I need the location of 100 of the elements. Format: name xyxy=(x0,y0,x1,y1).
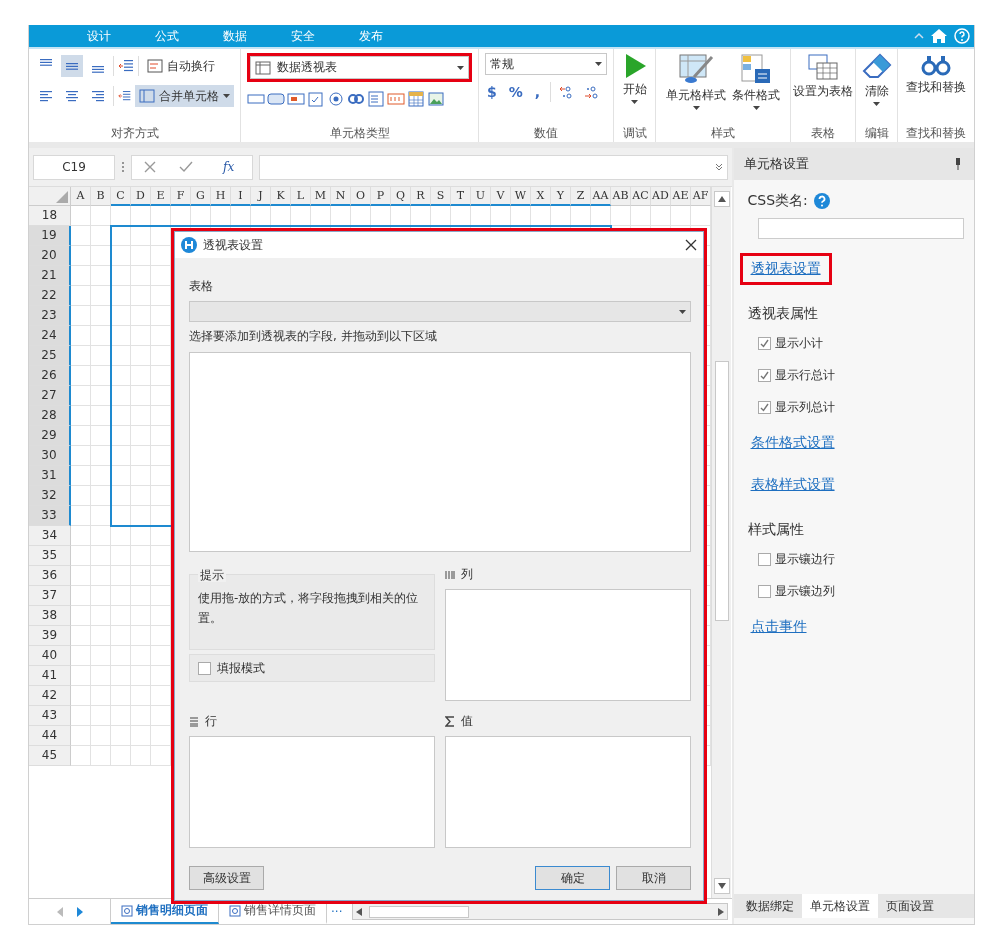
drop-zone[interactable] xyxy=(445,736,691,848)
column-header: M xyxy=(311,187,331,206)
advanced-settings-button[interactable]: 高级设置 xyxy=(189,866,264,890)
row-header: 39 xyxy=(29,626,71,646)
align-icon xyxy=(91,90,105,102)
scrollbar-thumb[interactable] xyxy=(714,361,729,621)
column-header: F xyxy=(171,187,191,206)
cell-style-button[interactable]: 单元格样式 xyxy=(666,53,726,110)
number-format-button[interactable]: $ xyxy=(485,81,499,103)
find-replace-button[interactable]: 查找和替换 xyxy=(906,53,966,96)
page-icon xyxy=(121,904,133,917)
drop-zone[interactable] xyxy=(189,736,435,848)
ok-button[interactable]: 确定 xyxy=(535,866,610,890)
vertical-align-button[interactable] xyxy=(61,55,83,77)
app-logo-icon xyxy=(181,237,197,253)
number-format-dropdown[interactable]: 常规 xyxy=(485,53,607,75)
panel-tab[interactable]: 单元格设置 xyxy=(801,894,878,918)
checkbox[interactable] xyxy=(757,368,771,382)
caret-icon xyxy=(595,62,602,66)
scroll-left-icon[interactable] xyxy=(355,907,364,916)
home-icon[interactable] xyxy=(930,28,948,44)
link-icon xyxy=(347,91,365,107)
name-box[interactable]: C19 xyxy=(33,154,115,180)
merge-cells-button[interactable]: 合并单元格 xyxy=(135,85,234,107)
checkbox-label: 显示列总计 xyxy=(774,398,835,416)
collapse-icon[interactable] xyxy=(914,32,924,40)
run-button[interactable]: 开始 xyxy=(622,53,647,104)
caret-icon xyxy=(752,106,760,110)
column-header: T xyxy=(451,187,471,206)
settings-link[interactable]: 条件格式设置 xyxy=(750,434,835,450)
align-icon xyxy=(39,90,53,102)
checkbox[interactable] xyxy=(198,661,211,675)
column-header: S xyxy=(431,187,451,206)
confirm-icon[interactable] xyxy=(179,161,194,173)
checkbox-label: 填报模式 xyxy=(217,659,265,677)
pivot-icon xyxy=(255,60,271,75)
column-header: N xyxy=(331,187,351,206)
number-format-button[interactable]: , xyxy=(532,81,543,103)
scrollbar-thumb[interactable] xyxy=(369,905,470,918)
column-header: AC xyxy=(631,187,651,206)
column-header: Q xyxy=(391,187,411,206)
panel-tab[interactable]: 数据绑定 xyxy=(737,894,802,918)
conditional-table-icon xyxy=(740,53,772,85)
zone-label: 列 xyxy=(461,566,473,583)
align-icon xyxy=(65,90,79,102)
merge-icon xyxy=(139,89,155,103)
eraser-icon xyxy=(861,53,892,81)
checkbox[interactable] xyxy=(757,584,771,598)
help-icon xyxy=(813,193,830,209)
row-header: 18 xyxy=(29,206,71,226)
panel-title: 单元格设置 xyxy=(743,155,809,173)
checkbox[interactable] xyxy=(757,552,771,566)
panel-tab[interactable]: 页面设置 xyxy=(877,894,942,918)
cancel-icon[interactable] xyxy=(143,161,156,173)
tip-title: 提示 xyxy=(198,568,226,582)
checkbox[interactable] xyxy=(757,336,771,350)
settings-link[interactable]: 表格样式设置 xyxy=(750,476,835,492)
column-header: Y xyxy=(551,187,571,206)
rounded-rectangle-icon xyxy=(267,91,285,107)
cancel-button[interactable]: 取消 xyxy=(616,866,691,890)
column-header: G xyxy=(191,187,211,206)
cell-type-dropdown[interactable]: 数据透视表 xyxy=(250,56,469,79)
settings-link[interactable]: 点击事件 xyxy=(750,618,807,634)
brush-table-icon xyxy=(678,53,714,85)
column-header: J xyxy=(251,187,271,206)
align-icon xyxy=(39,59,53,66)
row-header: 20 xyxy=(29,246,71,266)
formula-field[interactable] xyxy=(259,154,728,180)
close-icon[interactable] xyxy=(685,239,697,251)
checkbox[interactable] xyxy=(757,400,771,414)
expand-icon xyxy=(714,163,723,171)
row-header: 28 xyxy=(29,406,71,426)
wrap-text-button[interactable]: 自动换行 xyxy=(143,55,219,77)
column-header: I xyxy=(231,187,251,206)
number-format-button[interactable]: % xyxy=(506,81,525,103)
column-header: O xyxy=(351,187,371,206)
scroll-right-icon[interactable] xyxy=(716,907,725,916)
dialog-title: 透视表设置 xyxy=(203,236,263,254)
css-class-field[interactable] xyxy=(757,218,964,239)
function-button[interactable]: fx xyxy=(217,159,241,175)
column-header: Z xyxy=(571,187,591,206)
row-header: 42 xyxy=(29,686,71,706)
scroll-down-button[interactable] xyxy=(713,878,730,894)
binoculars-icon xyxy=(921,53,951,77)
column-header: L xyxy=(291,187,311,206)
column-header: X xyxy=(531,187,551,206)
conditional-format-button[interactable]: 条件格式 xyxy=(732,53,780,110)
scroll-up-button[interactable] xyxy=(713,191,730,207)
row-header: 24 xyxy=(29,326,71,346)
previous-sheet-icon[interactable] xyxy=(56,906,63,917)
text-box-icon xyxy=(287,91,305,107)
help-icon[interactable] xyxy=(954,28,970,44)
group-label: 查找和替换 xyxy=(905,125,967,142)
drop-zone[interactable] xyxy=(445,589,691,701)
settings-link[interactable]: 透视表设置 xyxy=(750,260,821,276)
next-sheet-icon[interactable] xyxy=(76,906,83,917)
checkbox-label: 显示行总计 xyxy=(774,366,835,384)
format-as-table-button[interactable]: 设置为表格 xyxy=(793,53,853,100)
clear-button[interactable]: 清除 xyxy=(861,53,892,106)
column-header: AD xyxy=(651,187,671,206)
